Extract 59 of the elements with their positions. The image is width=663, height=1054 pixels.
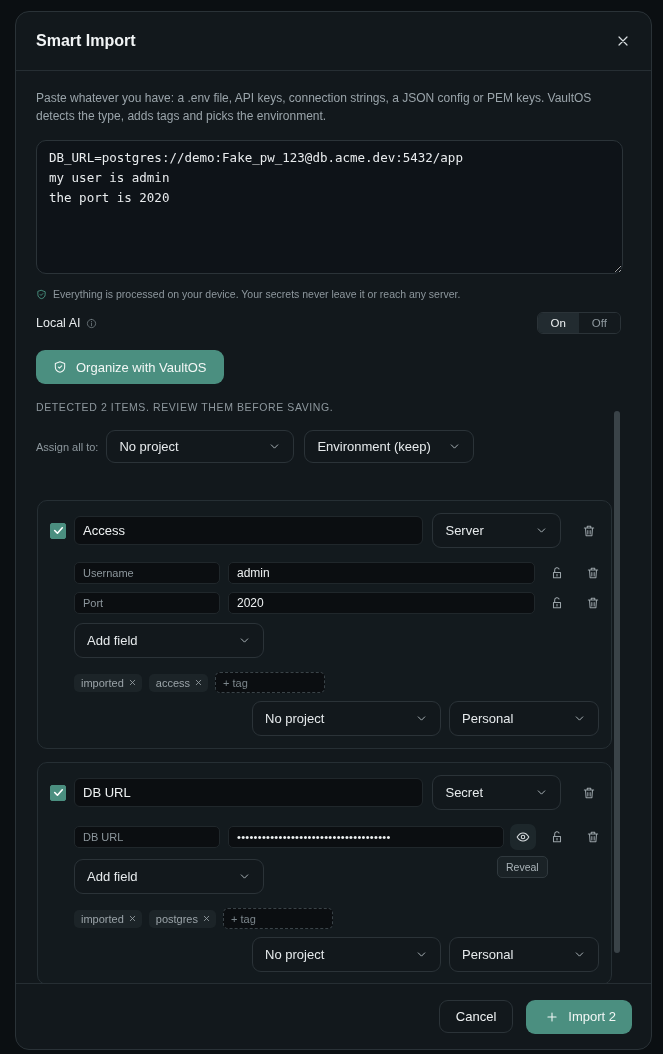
field-label-input[interactable]: DB URL [74,826,220,848]
privacy-note: Everything is processed on your device. Your secrets never leave it or reach any server. [53,288,461,300]
toggle-option[interactable]: On [537,313,579,333]
trash-icon [586,830,600,844]
cancel-button[interactable]: Cancel [438,1000,514,1033]
item-checkbox[interactable] [50,522,66,539]
tag-label: imported [81,676,124,689]
tag-label: access [155,676,191,689]
info-icon[interactable] [86,317,98,329]
environment-dropdown[interactable]: Personal [449,937,599,972]
dialog-title: Smart Import [36,32,136,50]
remove-tag-button[interactable] [194,678,204,687]
type-dropdown[interactable]: Server [432,513,561,548]
remove-tag-button[interactable] [127,678,137,687]
tag-input[interactable]: + tag [223,908,333,929]
field-label-input[interactable]: Port [74,592,220,614]
add-field-dropdown[interactable]: Add field [74,859,264,894]
description-text: Paste whatever you have: a .env file, API keys, connection strings, a JSON config or PEM keys. VaultOS detects the type, adds tags and picks the environment. [36,90,593,125]
organize-button[interactable]: Organize with VaultOS [36,350,224,384]
reveal-tooltip: Reveal [497,856,548,878]
import-button[interactable]: Import 2 [526,999,632,1034]
local-ai-label: Local AI [36,316,81,330]
type-dropdown[interactable]: Secret [432,775,561,810]
close-icon [127,914,137,923]
environment-dropdown[interactable]: Personal [449,701,599,736]
tag-label: postgres [155,912,198,925]
close-icon [202,914,211,923]
environment-dropdown[interactable]: Environment (keep) [304,430,475,463]
eye-icon [516,830,530,844]
scrollbar[interactable] [614,411,620,953]
close-icon [127,678,137,687]
item-name-field[interactable]: Access [74,516,424,545]
project-dropdown[interactable]: No project [252,937,441,972]
checkmark-icon [51,786,65,799]
assign-label: Assign all to: [36,440,99,453]
trash-icon [582,523,596,538]
field-label-input[interactable]: Username [74,562,220,584]
field-value-input[interactable]: admin [228,562,535,584]
checkmark-icon [51,524,65,537]
item-checkbox[interactable] [50,784,66,801]
add-field-dropdown[interactable]: Add field [74,623,264,658]
project-dropdown[interactable]: No project [252,701,441,736]
trash-icon [586,566,600,580]
field-value-input[interactable]: 2020 [228,592,535,614]
close-icon [194,678,204,687]
plus-icon [545,1009,560,1024]
remove-tag-button[interactable] [202,914,211,923]
shield-icon [36,288,47,300]
shield-icon [53,360,67,374]
paste-field[interactable]: DB_URL=postgres://demo:Fake_pw_123@db.acme.dev:5432/app my user is admin the port is 2020 [36,140,623,274]
tag-input[interactable]: + tag [215,672,326,693]
item-name-field[interactable]: DB URL [74,778,424,807]
project-dropdown[interactable]: No project [106,430,295,463]
secret-value-field[interactable]: ••••••••••••••••••••••••••••••••••••• [228,826,504,848]
detected-summary: DETECTED 2 ITEMS. REVIEW THEM BEFORE SAVING. [36,401,335,413]
trash-icon [582,785,596,800]
trash-icon [586,596,600,610]
tag-label: imported [81,912,124,925]
remove-tag-button[interactable] [127,914,137,923]
